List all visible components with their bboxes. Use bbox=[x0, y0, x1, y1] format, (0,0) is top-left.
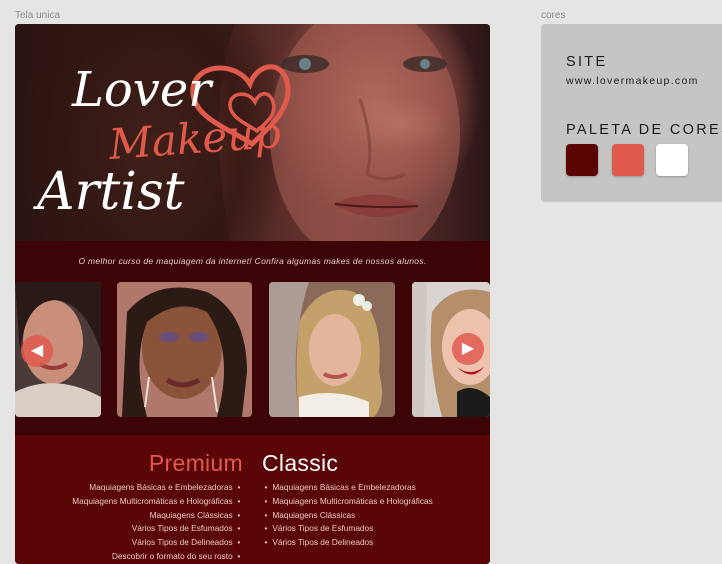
carousel-photo-2[interactable] bbox=[117, 282, 252, 417]
classic-item: • Maquiagens Multicromáticas e Holográfi… bbox=[264, 495, 433, 506]
iris-left bbox=[299, 58, 311, 70]
swatch-white[interactable] bbox=[656, 144, 688, 176]
tagline-text: O melhor curso de maquiagem da internet!… bbox=[78, 256, 427, 266]
colors-panel[interactable]: SITE www.lovermakeup.com PALETA DE CORES bbox=[541, 24, 722, 202]
premium-item: Maquiagens Clássicas • bbox=[149, 509, 241, 520]
hero-banner: Lover Makeup Artist bbox=[15, 24, 490, 241]
classic-item: • Maquiagens Básicas e Embelezadoras bbox=[264, 482, 416, 492]
swatch-dark-red[interactable] bbox=[566, 144, 598, 176]
swatch-coral-red[interactable] bbox=[612, 144, 644, 176]
carousel-next-button[interactable]: ▶ bbox=[452, 333, 484, 365]
main-artboard[interactable]: Lover Makeup Artist O melhor curso de ma… bbox=[15, 24, 490, 564]
premium-item: Descobrir o formato do seu rosto • bbox=[111, 550, 241, 561]
premium-item: Vários Tipos de Esfumados • bbox=[131, 523, 241, 534]
premium-item: Maquiagens Básicas e Embelezadoras • bbox=[89, 482, 241, 492]
classic-item: • Vários Tipos de Esfumados bbox=[264, 523, 374, 534]
palette-heading: PALETA DE CORES bbox=[566, 122, 722, 138]
carousel-photo-3[interactable] bbox=[269, 282, 395, 417]
site-heading: SITE bbox=[566, 54, 608, 70]
hero-illustration: Lover Makeup Artist bbox=[15, 24, 460, 241]
premium-title: Premium bbox=[148, 450, 243, 476]
colors-frame-label[interactable]: cores bbox=[541, 10, 565, 21]
logo-text-artist: Artist bbox=[33, 162, 185, 222]
premium-item: Vários Tipos de Delineados • bbox=[131, 537, 241, 548]
premium-column: Premium Maquiagens Básicas e Embelezador… bbox=[30, 449, 243, 564]
classic-column: Classic • Maquiagens Básicas e Embelezad… bbox=[262, 449, 482, 550]
iris-right bbox=[420, 59, 430, 69]
photo-3-image bbox=[269, 282, 395, 417]
classic-title: Classic bbox=[262, 450, 339, 476]
site-url: www.lovermakeup.com bbox=[566, 75, 699, 87]
classic-item: • Maquiagens Clássicas bbox=[264, 509, 356, 520]
main-frame-label[interactable]: Tela unica bbox=[15, 10, 60, 21]
logo-text-lover: Lover bbox=[71, 62, 214, 118]
chevron-right-icon: ▶ bbox=[461, 340, 475, 357]
photo-2-image bbox=[117, 282, 252, 417]
premium-list: Maquiagens Básicas e Embelezadoras • Maq… bbox=[30, 481, 243, 564]
carousel-prev-button[interactable]: ◀ bbox=[21, 335, 53, 367]
classic-list: • Maquiagens Básicas e Embelezadoras • M… bbox=[262, 481, 482, 550]
chevron-left-icon: ◀ bbox=[30, 342, 44, 359]
premium-item: Maquiagens Multicromáticas e Holográfica… bbox=[72, 495, 241, 506]
classic-item: • Vários Tipos de Delineados bbox=[264, 537, 374, 548]
